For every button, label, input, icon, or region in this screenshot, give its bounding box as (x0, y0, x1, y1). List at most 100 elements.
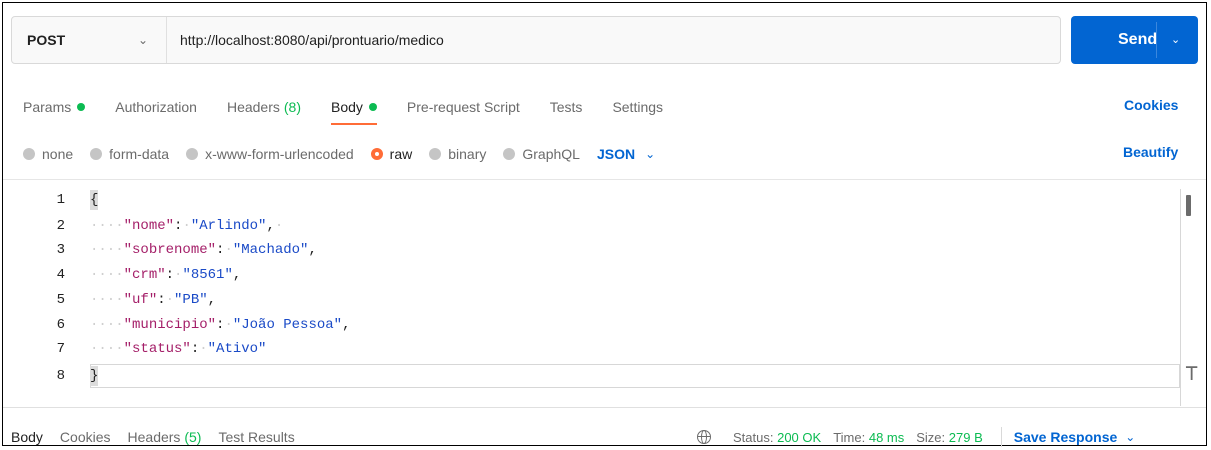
json-key: "municipio" (123, 317, 217, 333)
send-divider (1156, 22, 1157, 58)
radio-selected-icon (370, 148, 383, 160)
radio-label: GraphQL (522, 146, 580, 162)
code-line: } (90, 366, 99, 386)
whitespace-marker: ···· (90, 292, 124, 308)
whitespace-marker: ···· (90, 317, 124, 333)
tab-label: Authorization (115, 99, 197, 115)
radio-circle-icon (23, 148, 35, 160)
radio-circle-icon (186, 148, 199, 160)
radio-raw[interactable]: raw (370, 146, 413, 162)
format-select[interactable]: JSON ⌄ (597, 146, 655, 162)
comma: , (308, 242, 317, 258)
radio-graphql[interactable]: GraphQL (503, 146, 580, 162)
radio-x-www-form-urlencoded[interactable]: x-www-form-urlencoded (186, 146, 354, 162)
time-value: 48 ms (868, 429, 905, 445)
size-label: Size: (916, 429, 946, 445)
tab-label: Settings (612, 99, 664, 115)
tab-label: Headers (127, 429, 181, 445)
json-key: "sobrenome" (123, 242, 217, 258)
request-tabs: Params Authorization Headers (8) Body Pr… (23, 97, 693, 125)
code-line: ····"nome":·"Arlindo",· (90, 216, 283, 236)
url-input[interactable]: http://localhost:8080/api/prontuario/med… (180, 32, 444, 48)
chevron-down-icon: ⌄ (1125, 430, 1136, 444)
tab-authorization[interactable]: Authorization (115, 99, 197, 115)
json-value: "João Pessoa" (232, 317, 343, 333)
whitespace-marker: · (182, 218, 191, 234)
whitespace-marker: · (274, 218, 284, 234)
whitespace-marker: · (224, 242, 233, 258)
whitespace-marker: ···· (90, 218, 124, 234)
method-label: POST (27, 32, 66, 48)
colon: : (157, 292, 166, 308)
tab-count: (5) (184, 429, 202, 445)
json-key: "crm" (123, 267, 166, 283)
save-response-button[interactable]: Save Response ⌄ (1014, 429, 1136, 445)
open-brace: { (90, 190, 99, 210)
response-status-area: Status: 200 OK Time: 48 ms Size: 279 B S… (697, 427, 1136, 447)
line-number: 3 (56, 242, 65, 258)
size-value: 279 B (948, 429, 983, 445)
whitespace-marker: · (165, 292, 175, 308)
divider (3, 179, 1206, 180)
body-type-options: none form-data x-www-form-urlencoded raw… (23, 144, 655, 164)
whitespace-marker: · (224, 317, 233, 333)
json-value: "Ativo" (207, 341, 267, 357)
tab-label: Body (331, 99, 363, 115)
line-number: 7 (56, 341, 65, 357)
whitespace-marker: · (199, 341, 208, 357)
globe-icon[interactable] (697, 430, 711, 444)
json-value: "PB" (174, 292, 208, 308)
beautify-button[interactable]: Beautify (1123, 144, 1178, 160)
method-select[interactable]: POST ⌄ (12, 17, 167, 63)
text-cursor-icon: ⊤ (1185, 361, 1199, 386)
json-key: "nome" (123, 218, 175, 234)
tab-label: Headers (226, 99, 280, 115)
status-dot-icon (77, 103, 86, 111)
size-info[interactable]: Size: 279 B (916, 430, 983, 445)
close-brace: } (90, 366, 99, 386)
radio-label: binary (448, 146, 487, 162)
line-number: 6 (56, 317, 65, 333)
chevron-down-icon: ⌄ (645, 147, 656, 161)
radio-form-data[interactable]: form-data (90, 146, 169, 162)
radio-circle-icon (503, 148, 516, 160)
json-value: "8561" (182, 267, 233, 283)
time-info[interactable]: Time: 48 ms (833, 430, 904, 445)
line-number: 4 (56, 267, 65, 283)
tab-headers[interactable]: Headers (8) (227, 99, 301, 115)
active-tab-indicator (331, 123, 377, 125)
tab-tests[interactable]: Tests (550, 99, 583, 115)
tab-settings[interactable]: Settings (612, 99, 663, 115)
divider (3, 407, 1206, 408)
code-editor[interactable]: 1 2 3 4 5 6 7 8 { ····"nome":·"Arlindo",… (11, 189, 1200, 406)
comma: , (232, 267, 242, 283)
radio-none[interactable]: none (23, 146, 73, 162)
response-tab-test-results[interactable]: Test Results (218, 429, 294, 445)
status-dot-icon (368, 103, 377, 111)
radio-label: form-data (109, 146, 170, 162)
radio-label: none (42, 146, 74, 162)
vertical-scrollbar[interactable] (1186, 195, 1191, 216)
response-tab-body[interactable]: Body (11, 429, 43, 445)
code-line: { (90, 190, 99, 210)
scrollbar-track (1180, 189, 1181, 406)
code-line: ····"uf":·"PB", (90, 290, 216, 310)
tab-params[interactable]: Params (23, 99, 86, 115)
code-line: ····"crm":·"8561", (90, 265, 241, 285)
cookies-link[interactable]: Cookies (1124, 97, 1178, 113)
whitespace-marker: ···· (90, 267, 124, 283)
save-response-label: Save Response (1013, 429, 1118, 445)
status-info: Status: 200 OK (733, 430, 821, 445)
chevron-down-icon[interactable]: ⌄ (1171, 33, 1180, 46)
json-key: "uf" (123, 292, 158, 308)
radio-binary[interactable]: binary (429, 146, 486, 162)
response-tab-cookies[interactable]: Cookies (60, 429, 111, 445)
tab-pre-request-script[interactable]: Pre-request Script (407, 99, 520, 115)
json-value: "Machado" (232, 242, 309, 258)
radio-label: raw (389, 146, 413, 162)
tab-body[interactable]: Body (331, 99, 377, 125)
response-tab-headers[interactable]: Headers (5) (128, 429, 202, 445)
comma: , (342, 317, 351, 333)
chevron-down-icon: ⌄ (137, 33, 148, 47)
send-button[interactable]: Send ⌄ (1071, 16, 1198, 64)
